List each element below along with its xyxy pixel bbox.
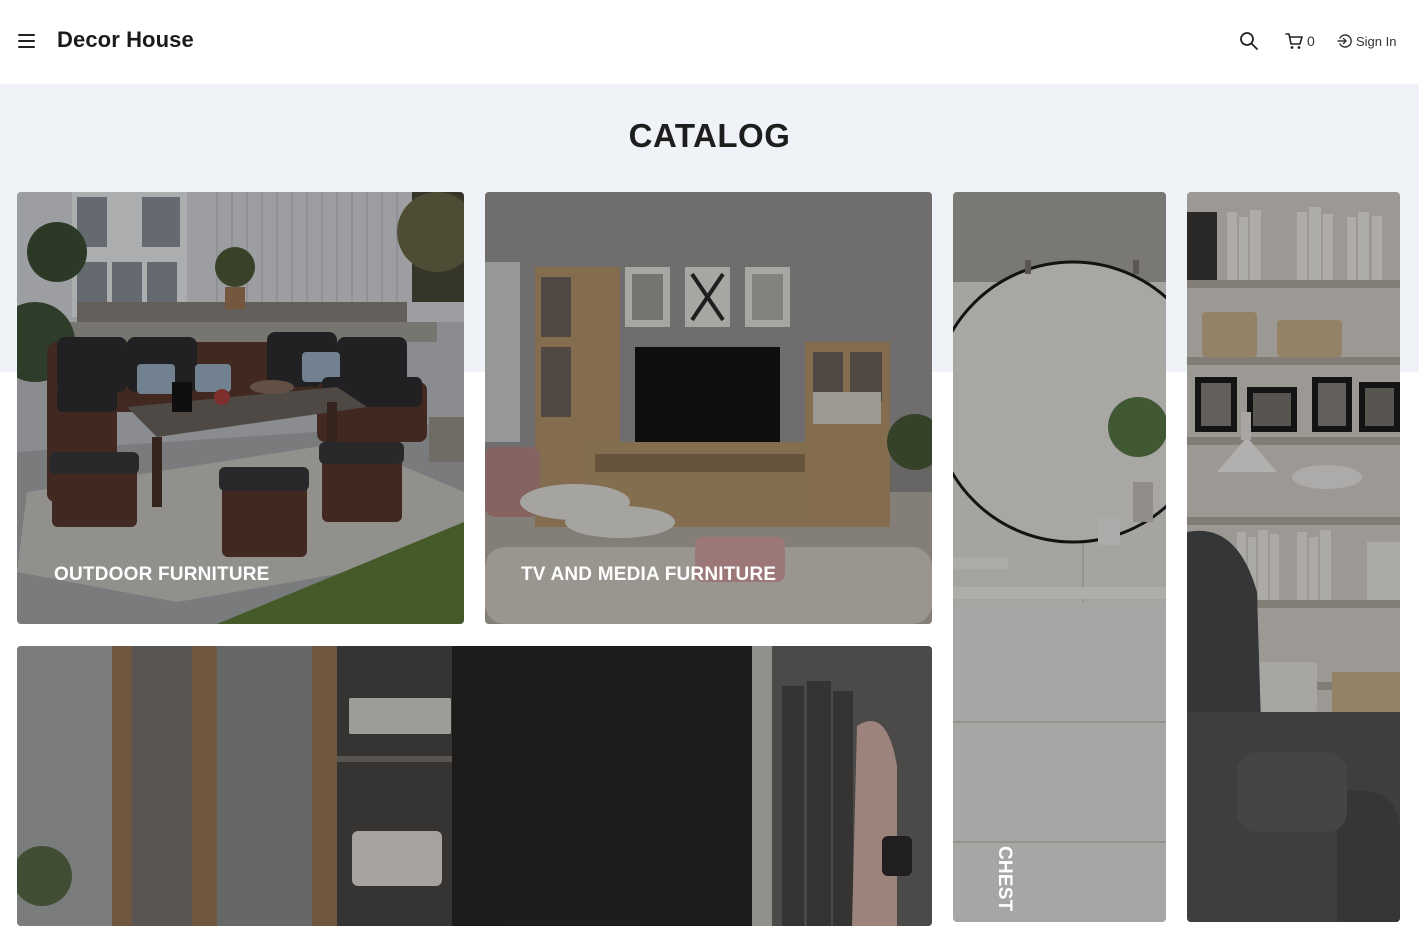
card-overlay — [485, 192, 932, 624]
card-label-outdoor-furniture: OUTDOOR FURNITURE — [54, 564, 270, 585]
hamburger-menu-icon[interactable] — [18, 33, 35, 49]
cart-button[interactable]: 0 — [1285, 31, 1315, 51]
catalog-card-outdoor-furniture[interactable]: OUTDOOR FURNITURE — [17, 192, 464, 624]
card-overlay — [1187, 192, 1400, 922]
card-label-chest: CHEST — [994, 846, 1015, 912]
card-label-tv-media-furniture: TV AND MEDIA FURNITURE — [521, 564, 777, 585]
catalog-card-tv-media-furniture[interactable]: TV AND MEDIA FURNITURE — [485, 192, 932, 624]
catalog-card-bookcases[interactable] — [1187, 192, 1400, 922]
page-title: CATALOG — [628, 117, 791, 154]
brand-logo-text[interactable]: Decor House — [57, 27, 194, 53]
cart-count-badge: 0 — [1307, 33, 1315, 49]
sign-in-label: Sign In — [1356, 33, 1397, 49]
catalog-card-chest[interactable]: CHEST — [953, 192, 1166, 922]
cart-icon — [1285, 33, 1303, 49]
search-icon — [1240, 32, 1258, 50]
card-overlay — [17, 646, 932, 926]
sign-in-button[interactable]: Sign In — [1337, 31, 1396, 51]
search-button[interactable] — [1239, 31, 1259, 51]
card-overlay — [953, 192, 1166, 922]
sign-in-icon — [1337, 34, 1352, 48]
catalog-card-wardrobes[interactable] — [17, 646, 932, 926]
card-overlay — [17, 192, 464, 624]
site-header: Decor House 0 Sign In — [0, 0, 1419, 84]
